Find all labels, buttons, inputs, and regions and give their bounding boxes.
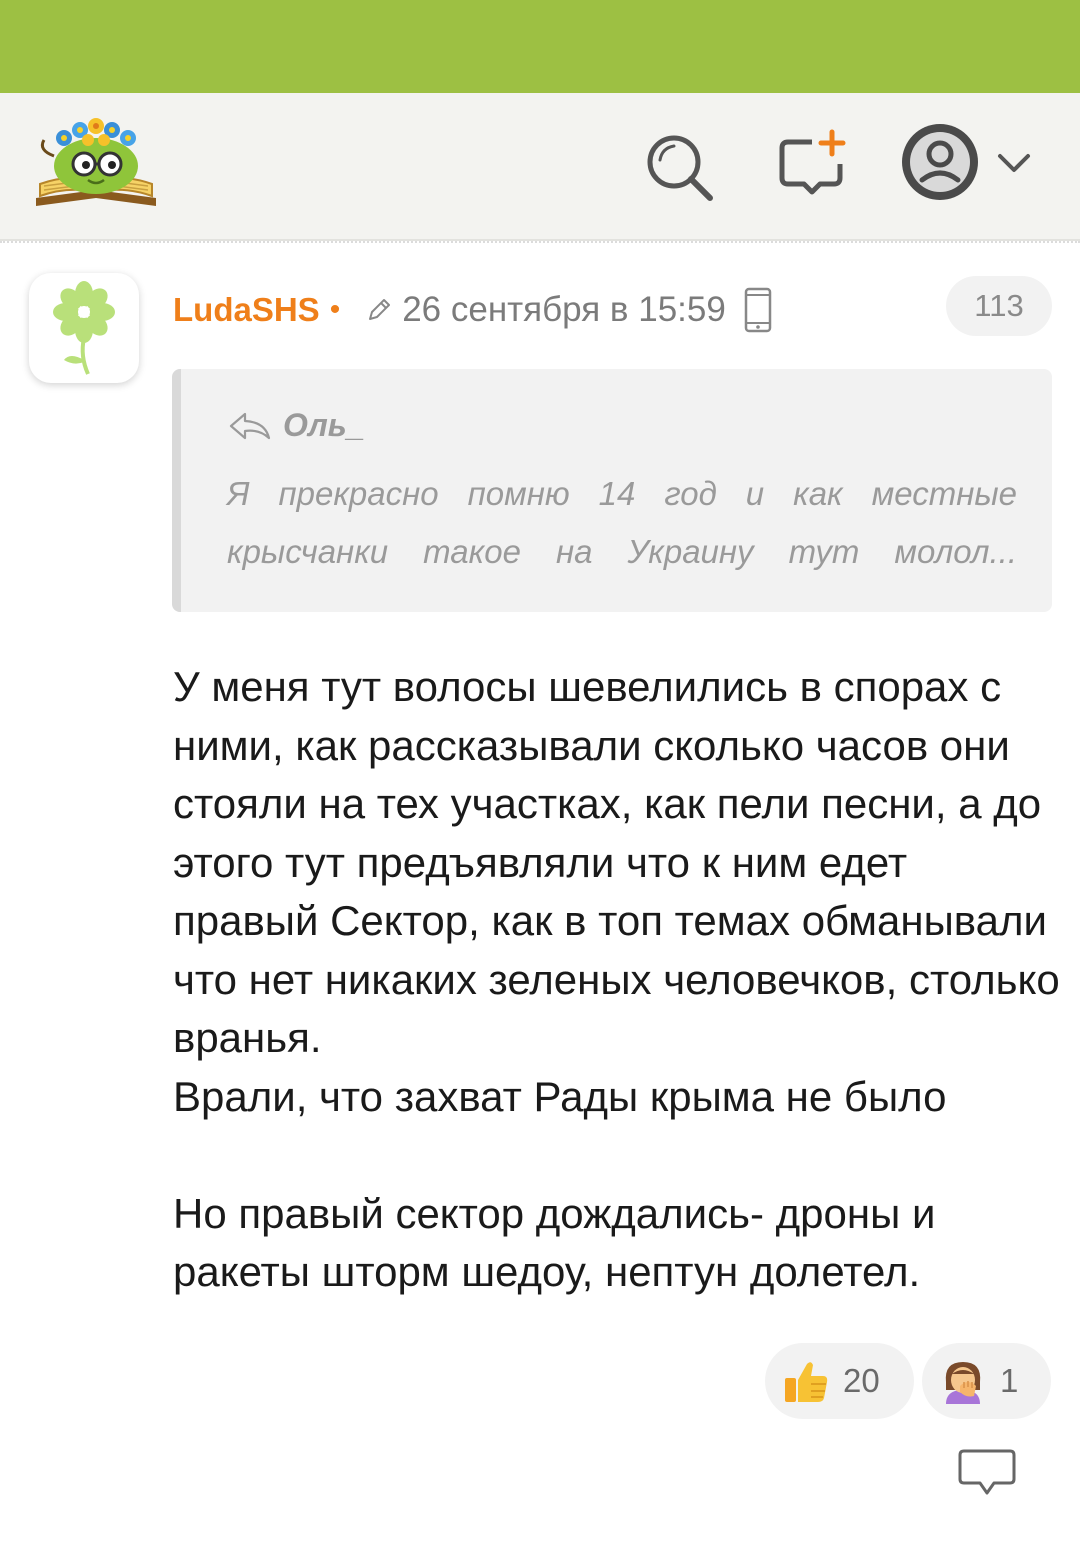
comment-paragraph: У меня тут волосы шевелились в спорах с …: [173, 663, 1060, 1061]
thumbs-up-icon: [781, 1356, 831, 1406]
comment-paragraph: Но правый сектор дождались- дроны и раке…: [173, 1189, 936, 1296]
comment-body: У меня тут волосы шевелились в спорах с …: [173, 658, 1063, 1302]
reply-arrow-icon: [229, 412, 271, 439]
reaction-like-button[interactable]: 20: [765, 1343, 914, 1419]
clover-flower-icon: [53, 281, 115, 375]
quote-author: Оль_: [283, 407, 365, 443]
quoted-reply[interactable]: Оль_ Я прекрасно помню 14 год и как мест…: [172, 369, 1052, 612]
facepalm-icon: [938, 1356, 988, 1406]
comment-paragraph: Врали, что захват Рады крыма не было: [173, 1072, 947, 1120]
user-menu-button[interactable]: [898, 120, 1038, 204]
author-avatar[interactable]: [29, 273, 139, 383]
post-timestamp: 26 сентября в 15:59: [402, 290, 726, 329]
smiling-book-mascot-icon: [36, 118, 156, 206]
comment-number-badge[interactable]: 113: [946, 276, 1052, 336]
user-avatar-icon: [902, 124, 978, 200]
like-count: 20: [843, 1362, 880, 1399]
status-bar: [0, 0, 1080, 93]
reply-button[interactable]: [956, 1447, 1018, 1503]
pencil-icon: [366, 297, 392, 323]
quote-text: Я прекрасно помню 14 год и как местные к…: [227, 475, 1017, 570]
site-logo[interactable]: [30, 110, 162, 214]
search-button[interactable]: [642, 130, 718, 206]
new-post-button[interactable]: [776, 128, 852, 204]
author-name[interactable]: LudaSHS: [173, 291, 320, 329]
chevron-down-icon: [998, 154, 1030, 172]
quote-header: Оль_: [227, 407, 365, 444]
search-icon: [647, 135, 713, 201]
facepalm-count: 1: [1000, 1362, 1019, 1399]
reaction-facepalm-button[interactable]: 1: [922, 1343, 1051, 1419]
header-divider: [0, 241, 1080, 243]
phone-icon: [744, 287, 772, 333]
reply-bubble-icon: [958, 1449, 1016, 1495]
online-separator: •: [329, 293, 341, 326]
post-meta: LudaSHS • 26 сентября в 15:59: [173, 286, 772, 334]
new-post-icon: [779, 129, 846, 195]
